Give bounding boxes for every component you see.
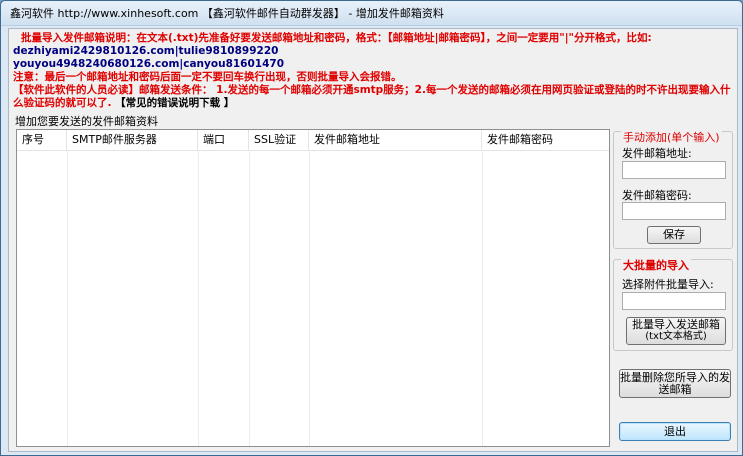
mailbox-list[interactable]: 序号 SMTP邮件服务器 端口 SSL验证 发件邮箱地址 发件邮箱密码 [16,129,610,447]
column-header-smtp-server[interactable]: SMTP邮件服务器 [67,130,198,150]
column-header-port[interactable]: 端口 [198,130,249,150]
bulk-import-button[interactable]: 批量导入发送邮箱 (txt文本格式) [626,317,726,345]
column-header-index[interactable]: 序号 [17,130,67,150]
bulk-import-file-input[interactable] [622,292,726,310]
bulk-import-panel: 大批量的导入 选择附件批量导入: 批量导入发送邮箱 (txt文本格式) [613,257,733,351]
bulk-import-button-label: 批量导入发送邮箱 [632,318,720,331]
column-divider [198,150,199,446]
instruction-example-1: dezhiyami2429810126.com|tulie9810899220 [13,45,279,57]
window-title: 鑫河软件 http://www.xinhesoft.com 【鑫河软件邮件自动群… [10,7,444,20]
exit-button[interactable]: 退出 [619,422,731,441]
column-header-sender-password[interactable]: 发件邮箱密码 [482,130,609,150]
import-instructions: 批量导入发件邮箱说明：在文本(.txt)先准备好要发送邮箱地址和密码，格式：【邮… [13,32,733,110]
instruction-warning: 注意：最后一个邮箱地址和密码后面一定不要回车换行出现，否则批量导入会报错。 [13,71,402,83]
instruction-conditions: 【软件此软件的人员必读】邮箱发送条件： 1.发送的每一个邮箱必须开通smtp服务… [13,84,733,110]
bulk-import-file-label: 选择附件批量导入: [622,278,714,291]
instruction-example-2: youyou4948240680126.com|canyou81601470 [13,58,285,70]
instruction-line-format: 批量导入发件邮箱说明：在文本(.txt)先准备好要发送邮箱地址和密码，格式：【邮… [21,32,652,44]
error-guide-download-link[interactable]: 【常见的错误说明下载 】 [115,97,234,109]
sender-address-input[interactable] [622,161,726,179]
title-bar[interactable]: 鑫河软件 http://www.xinhesoft.com 【鑫河软件邮件自动群… [1,1,742,26]
manual-add-title: 手动添加(单个输入) [621,129,722,145]
bulk-delete-button-label-line2: 送邮箱 [658,382,692,396]
column-divider [249,150,250,446]
app-window: 鑫河软件 http://www.xinhesoft.com 【鑫河软件邮件自动群… [0,0,743,456]
bulk-import-button-sublabel: (txt文本格式) [645,331,707,342]
dialog-client-area: 批量导入发件邮箱说明：在文本(.txt)先准备好要发送邮箱地址和密码，格式：【邮… [8,28,738,452]
bulk-delete-button[interactable]: 批量删除您所导入的发 送邮箱 [619,369,731,398]
bulk-delete-button-label: 批量删除您所导入的发 [620,370,730,384]
column-divider [309,150,310,446]
bulk-import-title: 大批量的导入 [621,257,691,273]
column-header-sender-address[interactable]: 发件邮箱地址 [309,130,482,150]
sender-password-label: 发件邮箱密码: [622,189,692,202]
mailbox-list-group-title: 增加您要发送的发件邮箱资料 [15,115,158,128]
manual-add-panel: 手动添加(单个输入) 发件邮箱地址: 发件邮箱密码: 保存 [613,129,733,249]
sender-address-label: 发件邮箱地址: [622,147,692,160]
column-divider [482,150,483,446]
mailbox-list-header: 序号 SMTP邮件服务器 端口 SSL验证 发件邮箱地址 发件邮箱密码 [17,130,609,151]
column-header-ssl[interactable]: SSL验证 [249,130,309,150]
sender-password-input[interactable] [622,202,726,220]
save-button[interactable]: 保存 [647,226,701,244]
column-divider [67,150,68,446]
instruction-conditions-prefix: 【软件此软件的人员必读】邮箱发送条件： [13,84,213,96]
